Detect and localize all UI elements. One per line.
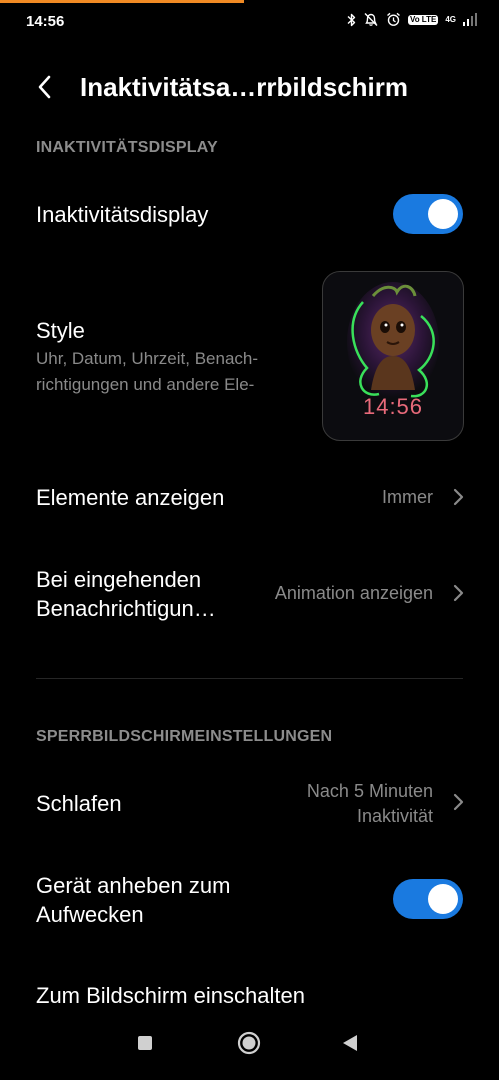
chevron-left-icon — [38, 75, 51, 99]
chevron-right-icon — [453, 793, 464, 811]
notifications-off-icon — [363, 12, 379, 27]
chevron-right-icon — [453, 584, 464, 602]
app-header: Inaktivitätsa…rrbildschirm — [0, 60, 499, 116]
back-button[interactable] — [30, 72, 58, 102]
alarm-icon — [386, 12, 401, 27]
back-triangle-icon[interactable] — [342, 1034, 358, 1052]
recents-square-icon[interactable] — [138, 1036, 152, 1050]
incoming-notifications-label-line2[interactable]: Benachrichtigun… — [36, 594, 216, 623]
volte-icon: Vo LTE — [407, 14, 439, 25]
navigation-bar — [0, 1018, 499, 1080]
inactivity-display-label: Inaktivitätsdisplay — [36, 202, 209, 227]
inactivity-display-toggle[interactable] — [393, 194, 463, 234]
raise-to-wake-label-line2: Aufwecken — [36, 902, 144, 927]
style-subtitle-line1: Uhr, Datum, Uhrzeit, Benach- — [36, 349, 259, 368]
page-title: Inaktivitätsa…rrbildschirm — [80, 72, 408, 102]
style-preview[interactable]: 14:56 — [322, 271, 464, 441]
section-divider — [36, 678, 463, 679]
sleep-label[interactable]: Schlafen — [36, 789, 122, 818]
raise-to-wake-label-line1: Gerät anheben zum — [36, 873, 231, 898]
raise-to-wake-toggle[interactable] — [393, 879, 463, 919]
toggle-knob — [428, 884, 458, 914]
show-elements-value: Immer — [382, 487, 433, 507]
section-label-inactivity: INAKTIVITÄTSDISPLAY — [36, 139, 218, 156]
toggle-knob — [428, 199, 458, 229]
home-circle-icon[interactable] — [237, 1031, 261, 1055]
status-bar: 14:56 Vo LTE 4G — [0, 0, 499, 44]
show-elements-label[interactable]: Elemente anzeigen — [36, 483, 224, 512]
network-type-label: 4G — [445, 14, 456, 24]
sleep-value-line1: Nach 5 Minuten — [306, 781, 433, 801]
status-time: 14:56 — [26, 13, 65, 30]
bluetooth-icon — [347, 13, 356, 27]
sleep-value-line2: Inaktivität — [356, 806, 433, 826]
style-subtitle-line2: richtigungen und andere Ele- — [36, 375, 255, 394]
incoming-notifications-label-line1[interactable]: Bei eingehenden — [36, 565, 201, 594]
style-label[interactable]: Style — [36, 316, 85, 345]
screen-on-label[interactable]: Zum Bildschirm einschalten — [36, 981, 305, 1010]
signal-icon — [463, 13, 477, 26]
incoming-notifications-value: Animation anzeigen — [274, 583, 433, 603]
section-label-lockscreen: SPERRBILDSCHIRMEINSTELLUNGEN — [36, 728, 333, 745]
chevron-right-icon — [453, 488, 464, 506]
status-icons: Vo LTE 4G — [347, 12, 477, 27]
preview-clock: 14:56 — [362, 394, 424, 419]
